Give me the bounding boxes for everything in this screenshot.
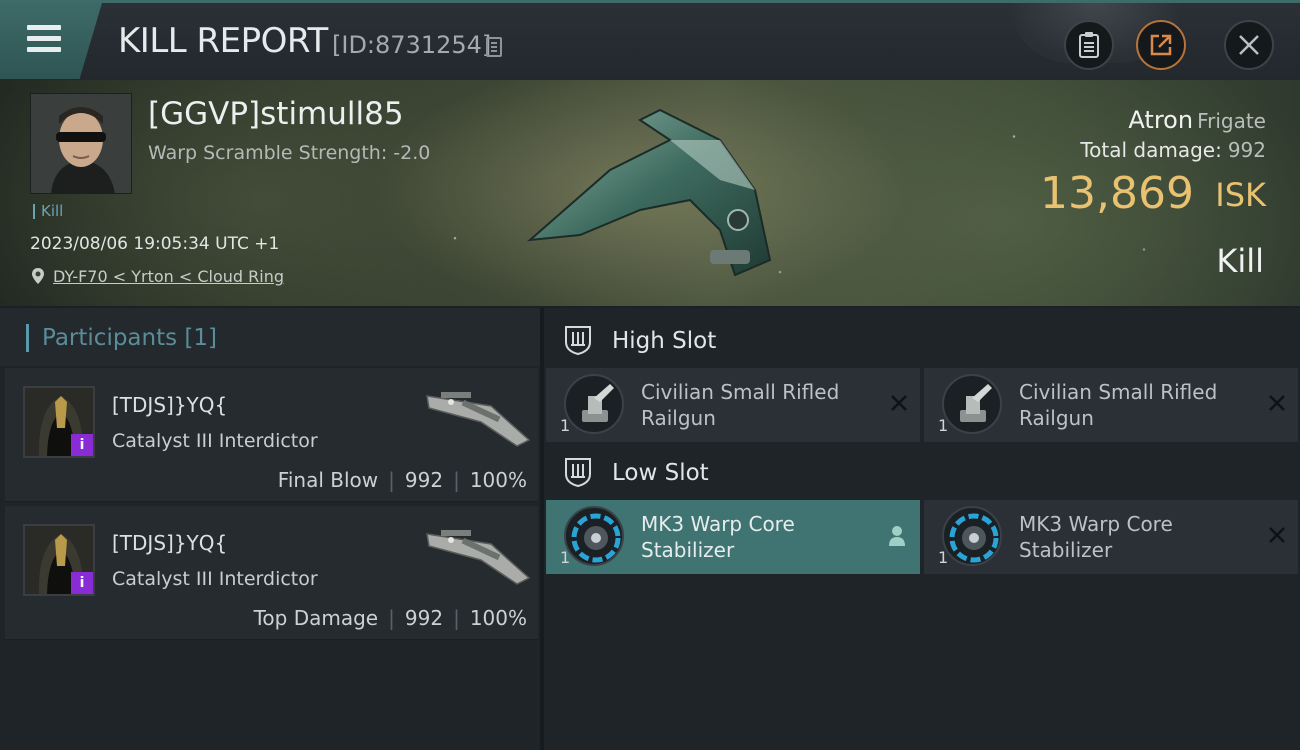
high-slot-header: High Slot <box>544 312 1300 368</box>
low-slot-header: Low Slot <box>544 444 1300 500</box>
ship-name-text: Atron <box>1128 106 1194 134</box>
dropped-user-icon <box>889 526 905 546</box>
share-icon <box>1150 34 1172 56</box>
isk-value: 13,869 <box>1040 168 1194 219</box>
participant-ship-image <box>426 530 531 585</box>
module-name: Civilian Small Rifled Railgun <box>641 380 840 430</box>
railgun-icon <box>564 374 624 434</box>
close-button[interactable] <box>1224 20 1274 70</box>
module-item[interactable]: 1 Civilian Small Rifled Railgun <box>546 368 920 442</box>
participant-info-badge[interactable]: i <box>71 572 93 594</box>
participants-header: Participants [1] <box>0 308 540 366</box>
participant-card[interactable]: i [TDJS]}YQ{ Catalyst III Interdictor Fi… <box>5 368 538 502</box>
victim-portrait-image <box>31 94 131 193</box>
result-label: Kill <box>1216 242 1264 280</box>
clipboard-icon <box>1079 32 1099 58</box>
share-button[interactable] <box>1136 20 1186 70</box>
total-damage-value: 992 <box>1227 138 1266 162</box>
menu-button[interactable] <box>0 3 102 79</box>
destroyed-icon <box>1269 527 1285 543</box>
participants-title: Participants [1] <box>26 324 217 352</box>
module-name: MK3 Warp Core Stabilizer <box>641 512 795 562</box>
location-pin-icon <box>32 268 44 284</box>
module-quantity: 1 <box>560 416 571 435</box>
total-damage-label: Total damage: <box>1080 138 1222 162</box>
participant-damage: 992 <box>404 468 444 492</box>
menu-icon <box>27 25 61 53</box>
participant-percent: 100% <box>469 468 527 492</box>
victim-name[interactable]: [GGVP]stimull85 <box>148 96 404 132</box>
stat-separator: | <box>388 468 395 492</box>
participant-ship: Catalyst III Interdictor <box>112 568 318 590</box>
close-icon <box>1239 35 1259 55</box>
railgun-icon <box>942 374 1002 434</box>
destroyed-icon <box>1269 395 1285 411</box>
stat-separator: | <box>388 606 395 630</box>
participant-ship: Catalyst III Interdictor <box>112 430 318 452</box>
high-slot-icon <box>565 326 591 356</box>
module-name: MK3 Warp Core Stabilizer <box>1019 512 1173 562</box>
participant-stats: Top Damage | 992 | 100% <box>254 606 527 630</box>
destroyed-icon <box>891 395 907 411</box>
participants-panel: Participants [1] i [TDJS]}YQ{ Catalyst I… <box>0 308 540 750</box>
total-damage: Total damage: 992 <box>1080 138 1266 162</box>
module-quantity: 1 <box>938 548 949 567</box>
victim-ship-name: Atron Frigate <box>1128 106 1266 134</box>
high-slot-title: High Slot <box>612 328 717 354</box>
victim-avatar[interactable] <box>30 93 132 194</box>
copy-icon[interactable] <box>486 37 502 57</box>
fitting-panel: High Slot 1 Civilian Small Rifled Railgu… <box>544 308 1300 750</box>
warp-core-stabilizer-icon <box>942 506 1002 566</box>
victim-ship-image <box>526 108 772 277</box>
participant-damage: 992 <box>404 606 444 630</box>
module-name: Civilian Small Rifled Railgun <box>1019 380 1218 430</box>
stat-separator: | <box>453 606 460 630</box>
participant-avatar[interactable]: i <box>23 386 95 458</box>
kill-tag: Kill <box>33 204 63 219</box>
participant-avatar[interactable]: i <box>23 524 95 596</box>
low-slot-icon <box>565 458 591 488</box>
top-bar: KILL REPORT [ID:8731254] <box>0 0 1300 80</box>
module-item[interactable]: 1 Civilian Small Rifled Railgun <box>924 368 1298 442</box>
participant-card[interactable]: i [TDJS]}YQ{ Catalyst III Interdictor To… <box>5 506 538 640</box>
stat-separator: | <box>453 468 460 492</box>
module-item[interactable]: 1 MK3 Warp Core Stabilizer <box>924 500 1298 574</box>
ship-class: Frigate <box>1197 109 1266 133</box>
participant-name: [TDJS]}YQ{ <box>112 393 228 417</box>
participant-role: Final Blow <box>277 468 379 492</box>
report-id: [ID:8731254] <box>332 31 492 59</box>
kill-timestamp: 2023/08/06 19:05:34 UTC +1 <box>30 234 280 254</box>
warp-core-stabilizer-icon <box>564 506 624 566</box>
page-title: KILL REPORT <box>118 21 328 61</box>
location-link[interactable]: DY-F70 < Yrton < Cloud Ring <box>53 267 284 286</box>
participant-ship-image <box>426 392 531 447</box>
module-quantity: 1 <box>938 416 949 435</box>
participant-stats: Final Blow | 992 | 100% <box>278 468 527 492</box>
victim-banner: [GGVP]stimull85 Warp Scramble Strength: … <box>0 80 1300 306</box>
low-slot-title: Low Slot <box>612 460 709 486</box>
isk-unit: ISK <box>1215 176 1266 214</box>
clipboard-button[interactable] <box>1064 20 1114 70</box>
module-quantity: 1 <box>560 548 571 567</box>
module-item[interactable]: 1 MK3 Warp Core Stabilizer <box>546 500 920 574</box>
participant-percent: 100% <box>469 606 527 630</box>
participant-role: Top Damage <box>253 606 379 630</box>
participant-name: [TDJS]}YQ{ <box>112 531 228 555</box>
participant-info-badge[interactable]: i <box>71 434 93 456</box>
warp-scramble-strength: Warp Scramble Strength: -2.0 <box>148 142 431 164</box>
